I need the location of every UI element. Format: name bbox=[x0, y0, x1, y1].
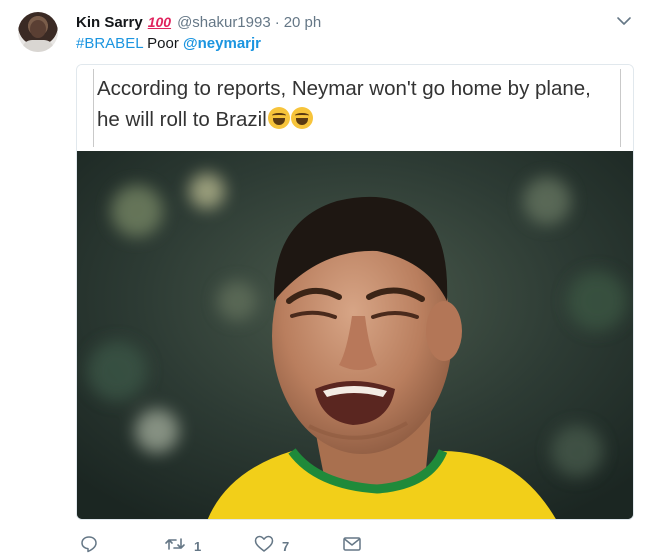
reply-button[interactable] bbox=[80, 534, 98, 558]
tweet-actions: 1 7 bbox=[76, 534, 476, 558]
separator-dot: · bbox=[274, 13, 280, 31]
reply-icon bbox=[80, 535, 98, 558]
like-button[interactable]: 7 bbox=[254, 534, 289, 558]
hundred-points-emoji-icon: 100 bbox=[147, 14, 172, 30]
chevron-down-icon[interactable] bbox=[616, 13, 632, 29]
mention-link[interactable]: @neymarjr bbox=[183, 35, 261, 52]
direct-message-button[interactable] bbox=[342, 534, 362, 558]
heart-icon bbox=[254, 535, 274, 558]
retweet-icon bbox=[164, 535, 186, 558]
like-count: 7 bbox=[282, 538, 290, 554]
meme-caption-panel: According to reports, Neymar won't go ho… bbox=[77, 65, 633, 151]
tweet-text-word: Poor bbox=[147, 35, 179, 52]
retweet-button[interactable]: 1 bbox=[164, 534, 201, 558]
author-name[interactable]: Kin Sarry bbox=[76, 14, 143, 31]
tears-of-joy-emoji-icon bbox=[267, 107, 290, 129]
crying-player-photo[interactable] bbox=[77, 151, 633, 519]
meme-caption-text: According to reports, Neymar won't go ho… bbox=[97, 77, 591, 131]
tears-of-joy-emoji-icon bbox=[290, 107, 313, 129]
retweet-count: 1 bbox=[194, 538, 202, 554]
avatar[interactable] bbox=[18, 12, 58, 52]
envelope-icon bbox=[342, 535, 362, 558]
meme-caption: According to reports, Neymar won't go ho… bbox=[97, 73, 617, 135]
hashtag-link[interactable]: #BRABEL bbox=[76, 35, 143, 52]
media-card[interactable]: According to reports, Neymar won't go ho… bbox=[76, 64, 634, 520]
tweet-text: #BRABEL Poor @neymarjr bbox=[76, 34, 261, 54]
author-handle[interactable]: @shakur1993 bbox=[177, 14, 271, 31]
tweet[interactable]: Kin Sarry 100 @shakur1993 · 20 ph #BRABE… bbox=[0, 0, 646, 560]
tweet-timestamp[interactable]: 20 ph bbox=[284, 14, 322, 31]
tweet-header: Kin Sarry 100 @shakur1993 · 20 ph bbox=[76, 12, 321, 32]
